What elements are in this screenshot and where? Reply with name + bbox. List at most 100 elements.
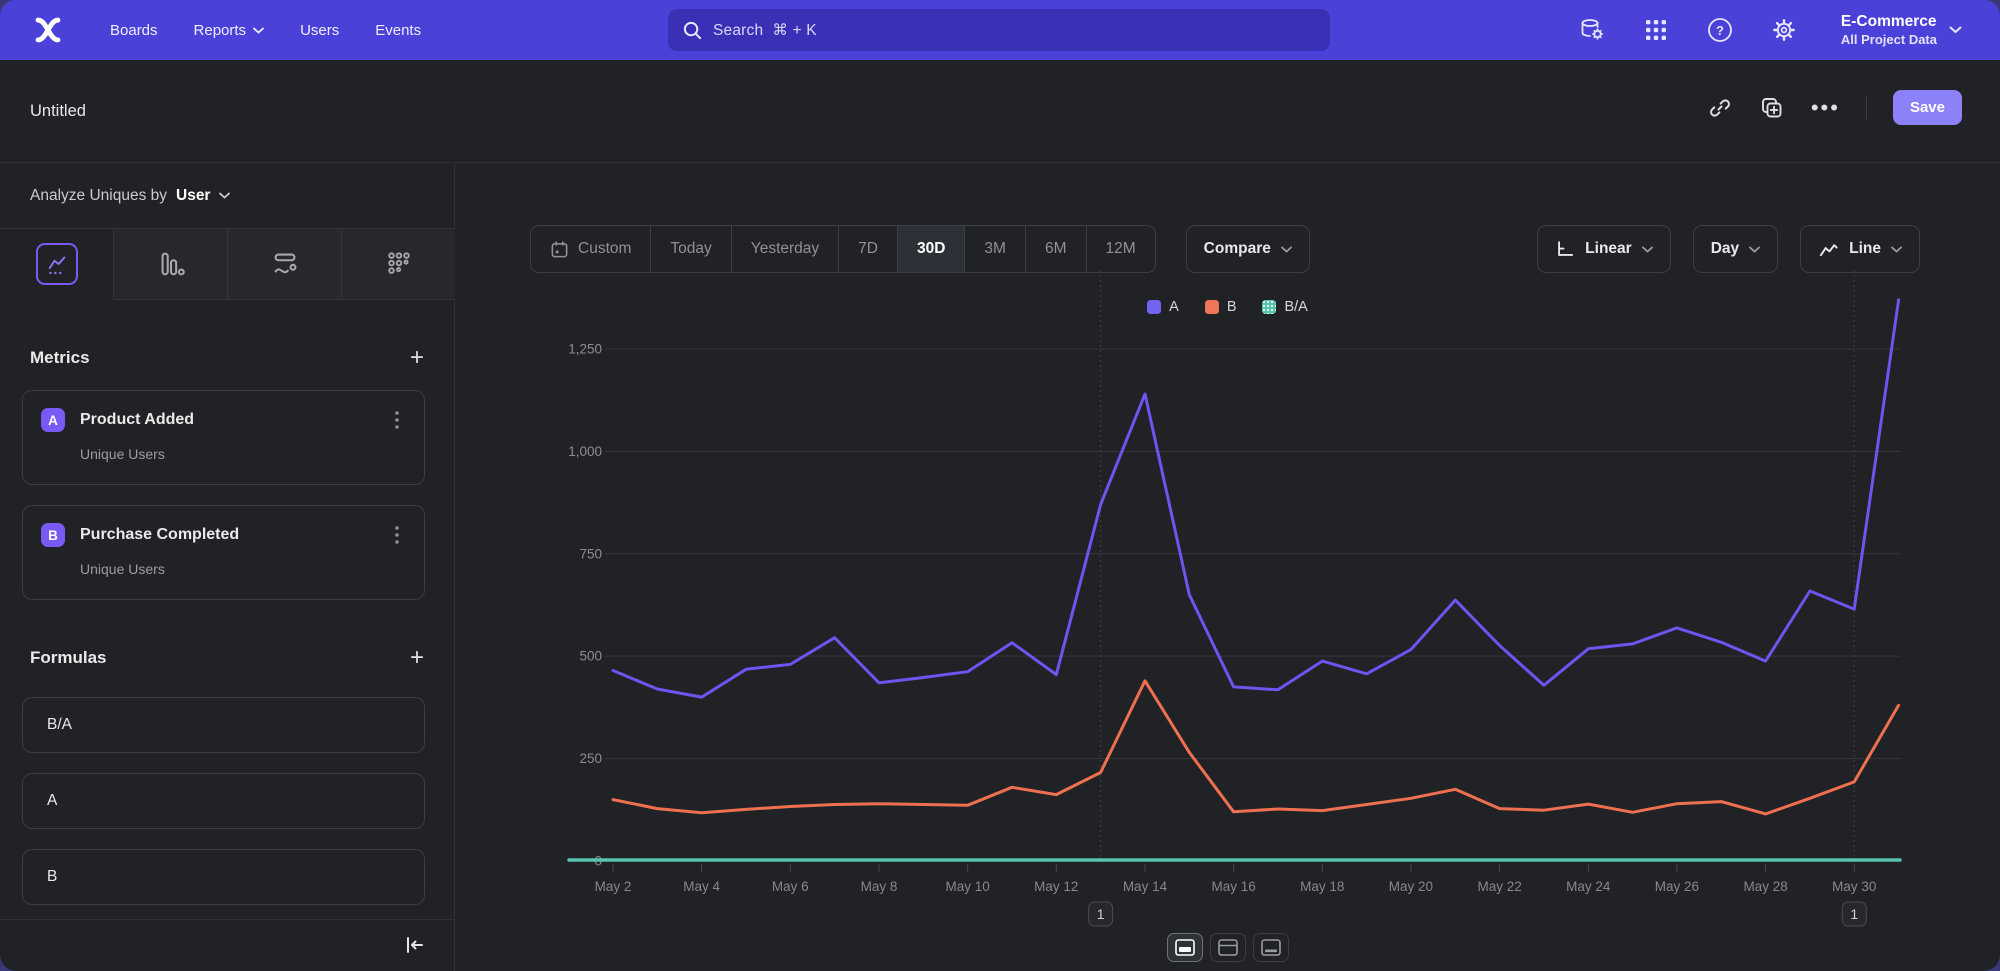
save-button[interactable]: Save [1893, 90, 1962, 125]
svg-text:May 22: May 22 [1477, 879, 1521, 894]
collapse-sidebar-icon[interactable] [402, 933, 428, 959]
kebab-menu-icon[interactable] [388, 524, 406, 546]
insights-line-icon [36, 243, 78, 285]
range-label: Yesterday [751, 240, 819, 258]
apps-grid-icon[interactable] [1643, 17, 1669, 43]
svg-text:750: 750 [579, 546, 602, 561]
metric-measure[interactable]: Unique Users [80, 561, 406, 577]
metric-card-a[interactable]: A Product Added Unique Users [22, 390, 425, 485]
sidebar-footer [0, 919, 454, 971]
nav-items: Boards Reports Users Events [110, 22, 421, 39]
tab-funnels[interactable] [114, 229, 228, 299]
formula-card[interactable]: B/A [22, 697, 425, 753]
tab-retention[interactable] [342, 229, 455, 299]
range-label: 12M [1106, 240, 1136, 258]
add-formula-button[interactable]: + [410, 648, 424, 668]
svg-text:1: 1 [1850, 906, 1858, 922]
compare-label: Compare [1204, 240, 1271, 258]
nav-label: Reports [194, 22, 247, 39]
data-management-icon[interactable] [1579, 17, 1605, 43]
nav-item-boards[interactable]: Boards [110, 22, 158, 39]
search-placeholder: Search ⌘ + K [713, 21, 817, 40]
report-title[interactable]: Untitled [30, 102, 86, 121]
navbar-right: ? E-Commerce All Project Data [1579, 0, 1962, 60]
formula-card[interactable]: B [22, 849, 425, 905]
project-selector[interactable]: E-Commerce All Project Data [1841, 12, 1962, 48]
metric-measure[interactable]: Unique Users [80, 446, 406, 462]
svg-text:May 20: May 20 [1389, 879, 1433, 894]
svg-text:May 26: May 26 [1655, 879, 1699, 894]
scale-label: Linear [1585, 240, 1632, 258]
svg-text:May 6: May 6 [772, 879, 809, 894]
chevron-down-icon [1949, 26, 1962, 34]
metric-badge-a: A [41, 408, 65, 432]
line-chart-icon [1818, 239, 1839, 260]
nav-item-events[interactable]: Events [375, 22, 421, 39]
flows-icon [269, 248, 301, 280]
formula-text: A [47, 792, 57, 810]
top-navbar: Boards Reports Users Events Search ⌘ + K [0, 0, 2000, 60]
formula-text: B [47, 868, 57, 886]
range-label: 3M [984, 240, 1006, 258]
report-main: Custom Today Yesterday 7D 30D 3M 6M 12M … [455, 163, 2000, 971]
tab-flows[interactable] [228, 229, 342, 299]
search-input[interactable]: Search ⌘ + K [668, 9, 1330, 51]
formula-card[interactable]: A [22, 773, 425, 829]
range-label: 7D [858, 240, 878, 258]
mixpanel-logo-icon[interactable] [28, 10, 68, 50]
line-chart[interactable]: 02505007501,0001,250May 2May 4May 6May 8… [455, 260, 2000, 935]
svg-text:May 28: May 28 [1743, 879, 1787, 894]
formula-text: B/A [47, 716, 72, 734]
nav-label: Events [375, 22, 421, 39]
nav-item-reports[interactable]: Reports [194, 22, 265, 39]
kebab-menu-icon[interactable] [388, 409, 406, 431]
svg-text:1,250: 1,250 [568, 341, 602, 356]
nav-label: Boards [110, 22, 158, 39]
app-body: Untitled ••• [0, 60, 2000, 971]
bar-chart-icon [156, 249, 186, 279]
metric-badge-b: B [41, 523, 65, 547]
chevron-down-icon [1642, 246, 1653, 253]
svg-text:May 4: May 4 [683, 879, 720, 894]
analyze-header: Analyze Uniques by User [0, 163, 455, 228]
chart-type-tabs [0, 228, 455, 300]
retention-grid-icon [384, 249, 414, 279]
analyze-label: Analyze Uniques by [30, 187, 167, 205]
nav-label: Users [300, 22, 339, 39]
formulas-title: Formulas [30, 648, 107, 668]
svg-text:500: 500 [579, 649, 602, 664]
svg-text:May 16: May 16 [1211, 879, 1255, 894]
analyze-entity-dropdown[interactable]: User [176, 187, 210, 205]
query-sidebar: Analyze Uniques by User [0, 163, 455, 971]
chevron-down-icon [1891, 246, 1902, 253]
svg-text:May 30: May 30 [1832, 879, 1876, 894]
duplicate-icon[interactable] [1759, 95, 1785, 121]
metric-name: Product Added [80, 411, 373, 429]
tab-insights[interactable] [0, 229, 114, 300]
report-titlebar: Untitled ••• [0, 60, 2000, 163]
chevron-down-icon [1281, 246, 1292, 253]
layout-chart-only-button[interactable] [1167, 933, 1203, 962]
svg-text:May 8: May 8 [861, 879, 898, 894]
settings-gear-icon[interactable] [1771, 17, 1797, 43]
range-label: 6M [1045, 240, 1067, 258]
svg-text:?: ? [1716, 23, 1724, 38]
formulas-header: Formulas + [30, 648, 424, 668]
svg-text:1,000: 1,000 [568, 444, 602, 459]
title-actions: ••• Save [1707, 90, 1962, 125]
metric-card-b[interactable]: B Purchase Completed Unique Users [22, 505, 425, 600]
copy-link-icon[interactable] [1707, 95, 1733, 121]
svg-text:250: 250 [579, 751, 602, 766]
granularity-label: Day [1711, 240, 1739, 258]
svg-text:May 10: May 10 [945, 879, 989, 894]
more-options-button[interactable]: ••• [1811, 103, 1840, 113]
add-metric-button[interactable]: + [410, 348, 424, 368]
layout-table-view-button[interactable] [1253, 933, 1289, 962]
nav-item-users[interactable]: Users [300, 22, 339, 39]
layout-split-view-button[interactable] [1210, 933, 1246, 962]
chevron-down-icon [1749, 246, 1760, 253]
svg-text:May 18: May 18 [1300, 879, 1344, 894]
project-scope: All Project Data [1841, 32, 1937, 48]
help-icon[interactable]: ? [1707, 17, 1733, 43]
metric-name: Purchase Completed [80, 526, 373, 544]
